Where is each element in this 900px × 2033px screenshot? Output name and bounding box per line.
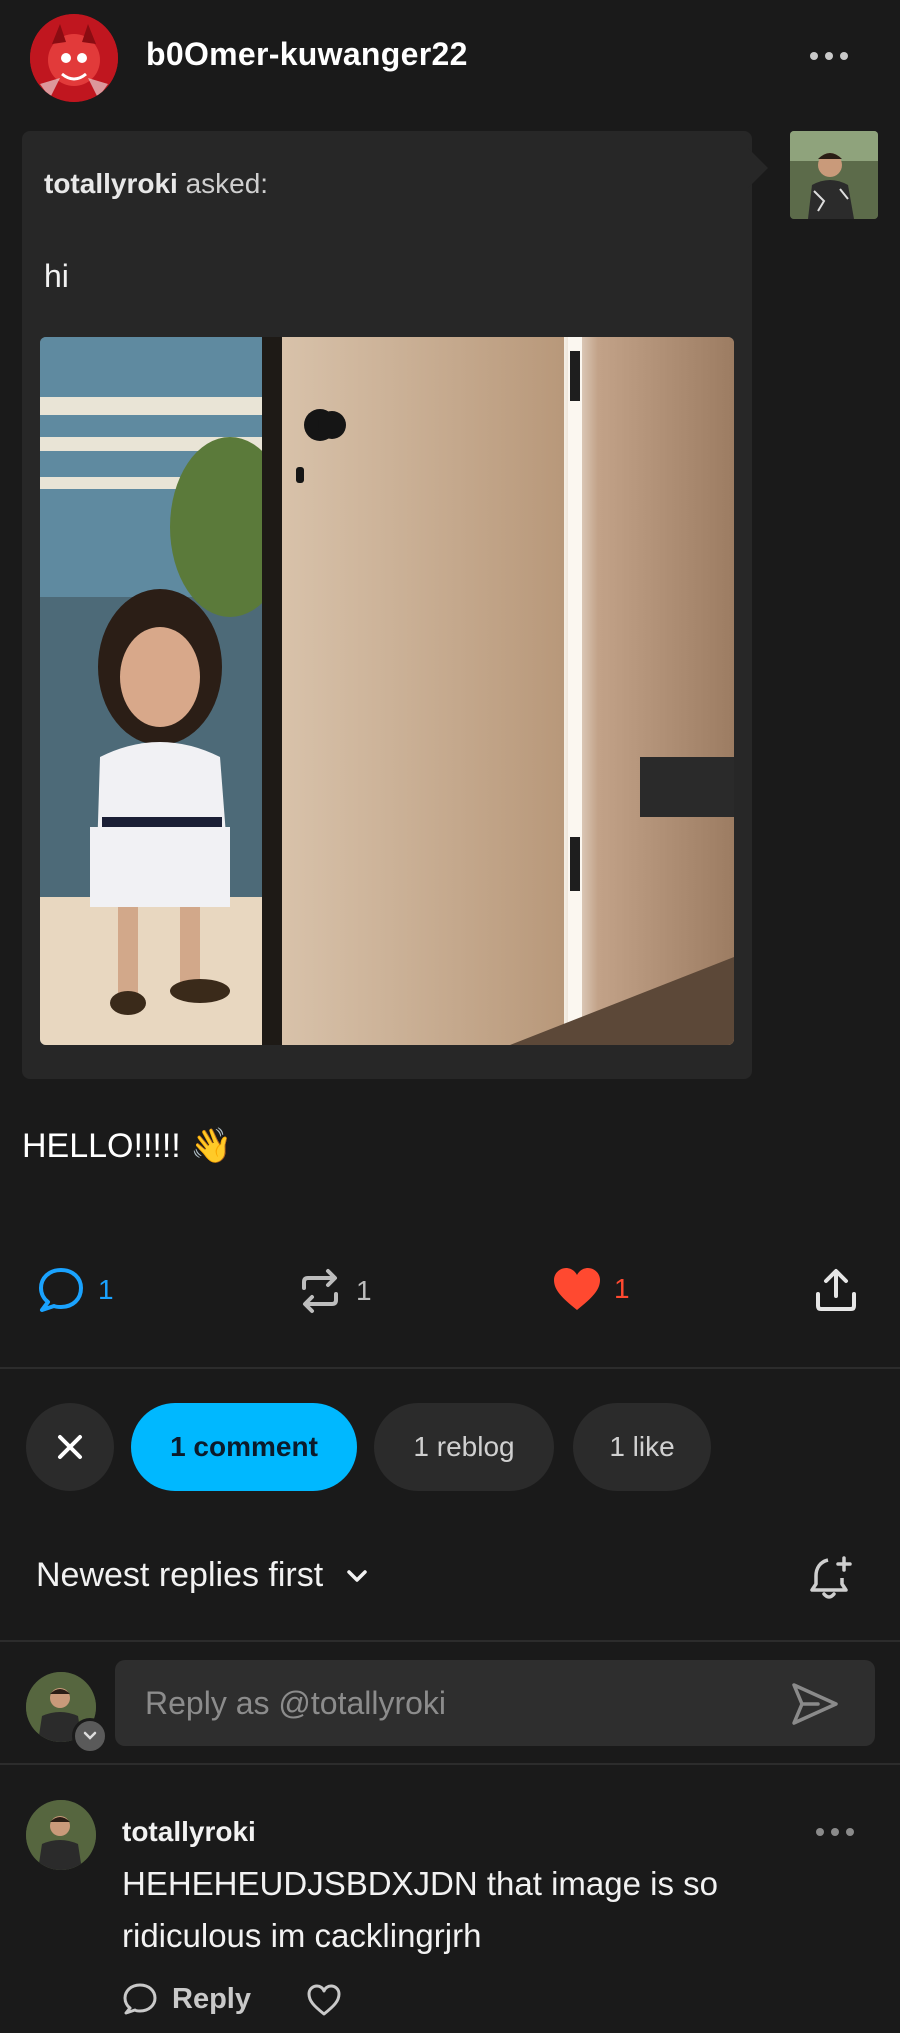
share-action[interactable] [812,1266,860,1314]
share-icon [816,1269,856,1311]
asked-label: asked: [177,168,269,199]
comment-like-icon[interactable] [306,1984,342,2021]
asker-name[interactable]: totallyroki [44,168,178,199]
comment-icon [39,1268,83,1312]
comment-reply-label: Reply [172,1982,251,2015]
commenter-avatar[interactable] [26,1800,96,1870]
comments-count: 1 [98,1274,114,1305]
comment-reply-button[interactable]: Reply [122,1982,251,2016]
asker-avatar[interactable] [790,131,878,219]
reply-bubble-icon [123,1983,157,2015]
tab-reblogs[interactable]: 1 reblog [374,1403,554,1491]
divider [0,1763,900,1765]
sort-dropdown[interactable]: Newest replies first [36,1556,369,1595]
ask-question: hi [44,258,69,294]
close-notes-button[interactable] [26,1403,114,1491]
reblogs-count: 1 [356,1275,372,1306]
ask-box-tail [748,148,768,188]
answer-text: HELLO!!!!! 👋 [22,1127,233,1165]
likes-count: 1 [614,1273,630,1304]
divider [0,1367,900,1369]
tab-likes[interactable]: 1 like [573,1403,711,1491]
blog-avatar[interactable] [30,14,118,102]
comment-more-icon[interactable] [816,1828,854,1836]
account-switch-icon[interactable] [72,1718,108,1754]
asked-line: totallyroki asked: [44,168,268,200]
like-action[interactable]: 1 [552,1266,630,1312]
ask-image[interactable] [40,337,734,1045]
comment-author[interactable]: totallyroki [122,1816,256,1848]
notification-bell-icon[interactable] [806,1552,858,1609]
more-options-icon[interactable] [810,52,848,60]
tab-comments[interactable]: 1 comment [131,1403,357,1491]
reblog-action[interactable]: 1 [296,1266,372,1316]
comments-action[interactable]: 1 [36,1266,114,1314]
sort-label: Newest replies first [36,1556,324,1594]
chevron-down-icon [347,1569,367,1582]
divider [0,1640,900,1642]
blog-name[interactable]: b0Omer-kuwanger22 [146,36,468,73]
comment-text: HEHEHEUDJSBDXJDN that image is so ridicu… [122,1865,718,1954]
reblog-icon [302,1269,338,1313]
heart-icon [554,1268,600,1310]
reply-input[interactable] [115,1660,875,1746]
send-icon[interactable] [790,1681,840,1732]
close-icon [58,1435,82,1459]
